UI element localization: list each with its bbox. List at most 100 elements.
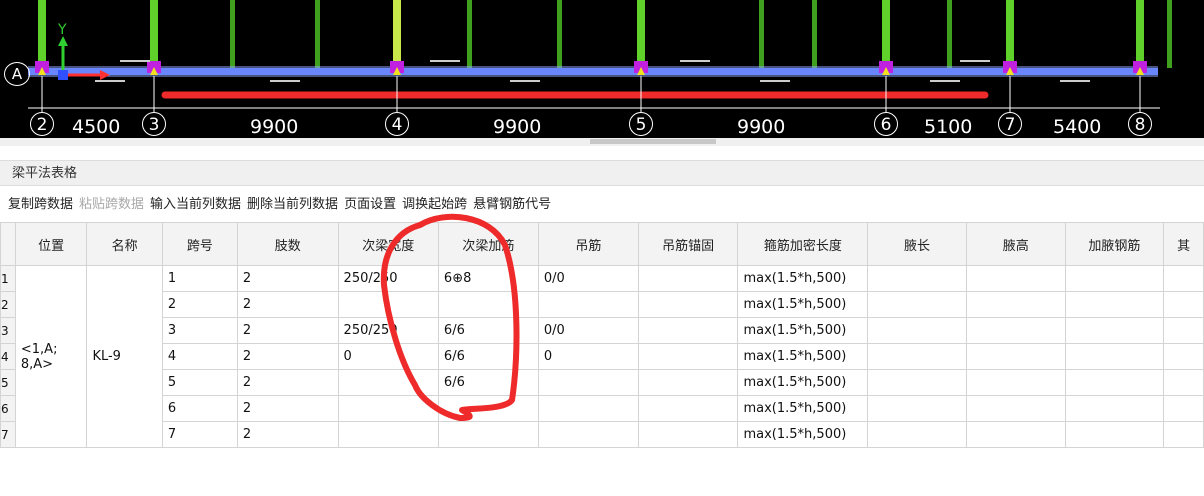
toolbar-button-5[interactable]: 调换起始跨 [402, 197, 467, 212]
column-header-12[interactable]: 加腋钢筋 [1064, 222, 1165, 266]
cell-hanger[interactable] [537, 291, 639, 318]
cell-hanger_anchor[interactable] [637, 343, 739, 370]
column-header-3[interactable]: 跨号 [161, 222, 238, 266]
column-header-4[interactable]: 肢数 [236, 222, 339, 266]
table-row[interactable]: 7 7 2 max(1.5*h,500) [0, 421, 1204, 448]
column-header-11[interactable]: 腋高 [965, 222, 1066, 266]
cell-span[interactable]: 2 [161, 291, 238, 318]
table-row[interactable]: 5 5 2 6/6 max(1.5*h,500) [0, 369, 1204, 396]
row-number[interactable]: 6 [0, 395, 16, 422]
table-row[interactable]: 6 6 2 max(1.5*h,500) [0, 395, 1204, 422]
cell-dense_len[interactable]: max(1.5*h,500) [737, 265, 869, 292]
table-row[interactable]: 4 4 2 0 6/6 0 max(1.5*h,500) [0, 343, 1204, 370]
cell-sec_rebar[interactable]: 6⊕8 [437, 265, 539, 292]
beam-table[interactable]: 位置 名称 跨号 肢数 次梁宽度 次梁加筋 吊筋 吊筋锚固 箍筋加密长度 腋长 腋高 加腋钢筋其 1 <… [0, 222, 1204, 448]
cell-haunch_rebar[interactable] [1064, 317, 1165, 344]
cell-hanger[interactable] [537, 369, 639, 396]
cad-viewport[interactable]: Y A 2 3 4 5 6 7 8 4500 9900 9900 9900 5100 5400 [0, 0, 1204, 138]
cell-haunch_len[interactable] [867, 291, 967, 318]
cell-sec_width[interactable] [337, 421, 439, 448]
cell-hanger_anchor[interactable] [637, 317, 739, 344]
cell-more[interactable] [1163, 395, 1204, 422]
cell-legs[interactable]: 2 [236, 265, 339, 292]
row-number[interactable]: 2 [0, 291, 16, 318]
cell-hanger_anchor[interactable] [637, 421, 739, 448]
cell-haunch_len[interactable] [867, 265, 967, 292]
cell-dense_len[interactable]: max(1.5*h,500) [737, 317, 869, 344]
cell-haunch_len[interactable] [867, 317, 967, 344]
cell-legs[interactable]: 2 [236, 369, 339, 396]
cell-dense_len[interactable]: max(1.5*h,500) [737, 421, 869, 448]
cell-haunch_h[interactable] [965, 343, 1066, 370]
toolbar-button-6[interactable]: 悬臂钢筋代号 [473, 197, 551, 212]
column-header-6[interactable]: 次梁加筋 [437, 222, 539, 266]
cell-more[interactable] [1163, 369, 1204, 396]
toolbar-button-1[interactable]: 粘贴跨数据 [79, 197, 144, 212]
cell-hanger[interactable] [537, 395, 639, 422]
cell-legs[interactable]: 2 [236, 343, 339, 370]
cell-haunch_len[interactable] [867, 421, 967, 448]
column-header-5[interactable]: 次梁宽度 [337, 222, 439, 266]
cell-sec_rebar[interactable]: 6/6 [437, 317, 539, 344]
cell-haunch_len[interactable] [867, 395, 967, 422]
cell-haunch_rebar[interactable] [1064, 291, 1165, 318]
cell-haunch_rebar[interactable] [1064, 369, 1165, 396]
cell-span[interactable]: 3 [161, 317, 238, 344]
row-number[interactable]: 7 [0, 421, 16, 448]
cell-hanger_anchor[interactable] [637, 291, 739, 318]
cell-more[interactable] [1163, 317, 1204, 344]
cell-haunch_rebar[interactable] [1064, 343, 1165, 370]
cell-haunch_h[interactable] [965, 395, 1066, 422]
cell-span[interactable]: 7 [161, 421, 238, 448]
cell-dense_len[interactable]: max(1.5*h,500) [737, 395, 869, 422]
cell-sec_width[interactable]: 250/250 [337, 317, 439, 344]
cell-haunch_len[interactable] [867, 369, 967, 396]
table-row[interactable]: 1 <1,A; 8,A> KL-9 1 2 250/250 6⊕8 0/0 max(1.5*h,… [0, 265, 1204, 448]
row-number[interactable]: 3 [0, 317, 16, 344]
cell-haunch_rebar[interactable] [1064, 395, 1165, 422]
panel-splitter[interactable] [0, 138, 1204, 146]
cell-legs[interactable]: 2 [236, 317, 339, 344]
cell-sec_width[interactable] [337, 369, 439, 396]
column-header-0[interactable] [0, 222, 16, 266]
column-header-13[interactable]: 其 [1163, 222, 1204, 266]
column-header-2[interactable]: 名称 [86, 222, 163, 266]
cell-sec_width[interactable] [337, 395, 439, 422]
cell-span[interactable]: 4 [161, 343, 238, 370]
cell-span[interactable]: 6 [161, 395, 238, 422]
cell-sec_width[interactable]: 0 [337, 343, 439, 370]
cell-more[interactable] [1163, 291, 1204, 318]
cell-haunch_len[interactable] [867, 343, 967, 370]
toolbar-button-3[interactable]: 删除当前列数据 [247, 197, 338, 212]
column-header-1[interactable]: 位置 [14, 222, 88, 266]
cell-haunch_h[interactable] [965, 265, 1066, 292]
table-row[interactable]: 2 2 2 max(1.5*h,500) [0, 291, 1204, 318]
cell-span[interactable]: 1 [161, 265, 238, 292]
table-row[interactable]: 3 3 2 250/250 6/6 0/0 max(1.5*h,500) [0, 317, 1204, 344]
row-number[interactable]: 5 [0, 369, 16, 396]
cell-more[interactable] [1163, 265, 1204, 292]
name-cell[interactable]: KL-9 [86, 265, 163, 448]
cell-hanger[interactable]: 0/0 [537, 317, 639, 344]
column-header-10[interactable]: 腋长 [867, 222, 967, 266]
cell-haunch_h[interactable] [965, 317, 1066, 344]
cell-sec_rebar[interactable] [437, 291, 539, 318]
cell-more[interactable] [1163, 343, 1204, 370]
cell-span[interactable]: 5 [161, 369, 238, 396]
cell-haunch_rebar[interactable] [1064, 421, 1165, 448]
cell-dense_len[interactable]: max(1.5*h,500) [737, 369, 869, 396]
cell-sec_width[interactable]: 250/250 [337, 265, 439, 292]
cell-more[interactable] [1163, 421, 1204, 448]
cell-haunch_rebar[interactable] [1064, 265, 1165, 292]
cell-haunch_h[interactable] [965, 291, 1066, 318]
cell-dense_len[interactable]: max(1.5*h,500) [737, 291, 869, 318]
cell-hanger_anchor[interactable] [637, 369, 739, 396]
cell-hanger_anchor[interactable] [637, 265, 739, 292]
cell-hanger_anchor[interactable] [637, 395, 739, 422]
column-header-7[interactable]: 吊筋 [537, 222, 639, 266]
toolbar-button-4[interactable]: 页面设置 [344, 197, 396, 212]
cell-sec_rebar[interactable] [437, 395, 539, 422]
cell-dense_len[interactable]: max(1.5*h,500) [737, 343, 869, 370]
cell-haunch_h[interactable] [965, 421, 1066, 448]
toolbar-button-0[interactable]: 复制跨数据 [8, 197, 73, 212]
